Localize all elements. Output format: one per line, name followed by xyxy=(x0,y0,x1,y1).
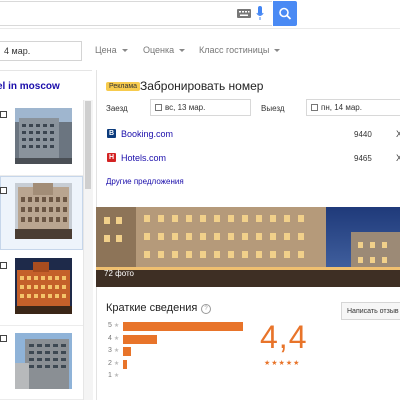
checkin-label: Заезд xyxy=(106,104,128,113)
checkout-label: Выезд xyxy=(261,104,285,113)
ad-badge: Реклама xyxy=(106,82,141,91)
rating-bar-5 xyxy=(123,322,243,331)
checkout-date-value: пн, 14 мар. xyxy=(321,103,362,112)
overall-rating-score: 4,4 xyxy=(260,319,308,355)
scrollbar-thumb[interactable] xyxy=(85,101,91,189)
calendar-icon xyxy=(311,104,318,111)
close-icon[interactable]: X xyxy=(396,129,400,139)
calendar-icon xyxy=(155,104,162,111)
rating-stars: ★★★★★ xyxy=(264,360,301,367)
search-button[interactable] xyxy=(273,1,297,26)
summary-title: Краткие сведения xyxy=(106,302,198,314)
star-row-label: 2 ★ xyxy=(108,360,120,367)
checkin-date-input[interactable]: вс, 13 мар. xyxy=(150,99,251,116)
chevron-down-icon xyxy=(274,49,281,53)
star-row-label: 1 ★ xyxy=(108,372,120,379)
rating-bar-3 xyxy=(123,347,132,356)
provider-link-booking[interactable]: Booking.com xyxy=(121,129,173,139)
checkin-date-value: вс, 13 мар. xyxy=(165,103,206,112)
chevron-down-icon xyxy=(121,49,128,53)
star-icon: ★ xyxy=(113,373,120,379)
photo-count-label[interactable]: 72 фото xyxy=(104,269,134,278)
star-row-label: 5 ★ xyxy=(108,322,120,329)
hotel-photo[interactable] xyxy=(15,258,72,314)
booking-com-icon: B xyxy=(107,129,116,138)
hotel-checkbox[interactable] xyxy=(0,262,7,269)
star-icon: ★ xyxy=(113,323,120,329)
help-icon[interactable]: ? xyxy=(201,304,211,314)
provider-price[interactable]: 9465 xyxy=(354,154,372,163)
checkout-date-input[interactable]: пн, 14 мар. xyxy=(306,99,400,116)
search-input[interactable] xyxy=(0,1,272,26)
price-filter-label: Цена xyxy=(95,45,117,55)
rating-filter-label: Оценка xyxy=(143,45,175,55)
hotel-checkbox[interactable] xyxy=(0,111,7,118)
star-row-label: 4 ★ xyxy=(108,335,120,342)
rating-bar-2 xyxy=(123,360,127,369)
star-icon: ★ xyxy=(113,348,120,354)
hotel-class-filter-dropdown[interactable]: Класс гостиницы xyxy=(199,45,281,55)
more-offers-link[interactable]: Другие предложения xyxy=(106,177,184,186)
hotels-com-icon: H xyxy=(107,153,116,162)
keyboard-icon[interactable] xyxy=(237,9,251,18)
rating-bar-4 xyxy=(123,335,157,344)
date-filter[interactable]: 4 мар. xyxy=(0,41,82,61)
microphone-icon[interactable] xyxy=(256,6,264,21)
provider-link-hotels[interactable]: Hotels.com xyxy=(121,153,166,163)
hotel-list-title[interactable]: el in moscow xyxy=(0,81,60,92)
hotel-photo-strip[interactable] xyxy=(96,207,400,287)
write-review-button[interactable]: Написать отзыв xyxy=(341,302,400,320)
search-icon xyxy=(279,7,292,20)
provider-price[interactable]: 9440 xyxy=(354,130,372,139)
star-icon: ★ xyxy=(113,336,120,342)
hotel-class-filter-label: Класс гостиницы xyxy=(199,45,270,55)
hotel-photo[interactable] xyxy=(15,183,72,239)
chevron-down-icon xyxy=(179,49,186,53)
rating-filter-dropdown[interactable]: Оценка xyxy=(143,45,186,55)
hotel-checkbox[interactable] xyxy=(0,187,7,194)
hotel-photo[interactable] xyxy=(15,108,72,164)
booking-title: Забронировать номер xyxy=(140,79,264,93)
close-icon[interactable]: X xyxy=(396,153,400,163)
hotel-checkbox[interactable] xyxy=(0,335,7,342)
star-row-label: 3 ★ xyxy=(108,347,120,354)
price-filter-dropdown[interactable]: Цена xyxy=(95,45,128,55)
star-icon: ★ xyxy=(113,361,120,367)
hotel-photo[interactable] xyxy=(15,333,72,389)
